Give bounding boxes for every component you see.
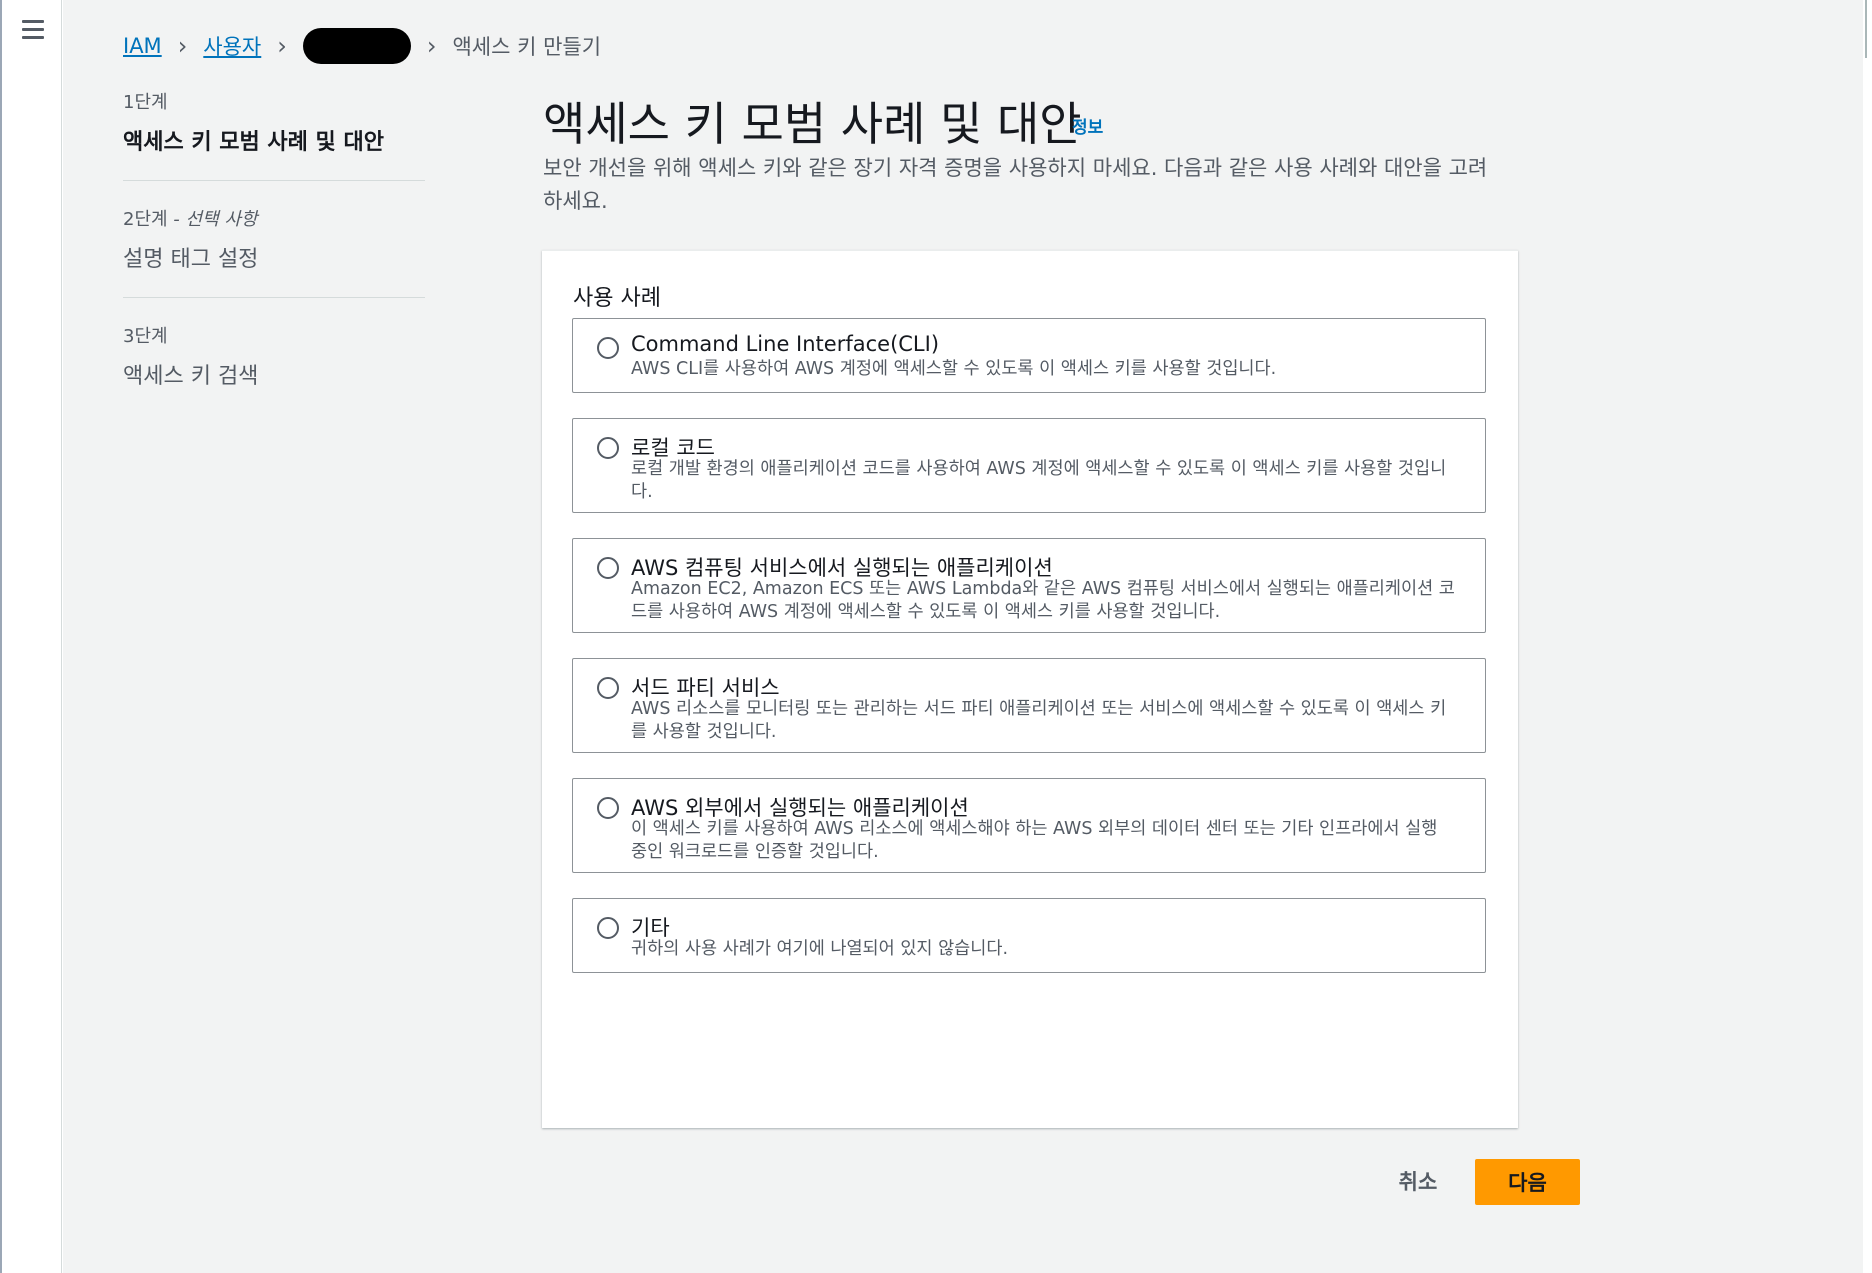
breadcrumb-iam-link[interactable]: IAM [123,34,162,58]
next-button[interactable]: 다음 [1475,1159,1580,1205]
chevron-right-icon: › [177,32,188,60]
option-label: Command Line Interface(CLI) [631,332,940,356]
breadcrumb-redacted-user [302,28,411,64]
wizard-step-3: 3단계 액세스 키 검색 [123,322,425,414]
wizard-step-2: 2단계 - 선택 사항 설명 태그 설정 [123,205,425,298]
wizard-step-1: 1단계 액세스 키 모범 사례 및 대안 [123,88,425,181]
option-cli[interactable]: Command Line Interface(CLI) AWS CLI를 사용하… [572,318,1486,393]
option-local-code[interactable]: 로컬 코드 로컬 개발 환경의 애플리케이션 코드를 사용하여 AWS 계정에 … [572,418,1486,513]
wizard-steps: 1단계 액세스 키 모범 사례 및 대안 2단계 - 선택 사항 설명 태그 설… [123,88,425,438]
option-description: AWS CLI를 사용하여 AWS 계정에 액세스할 수 있도록 이 액세스 키… [631,359,1277,379]
breadcrumb: IAM › 사용자 › › 액세스 키 만들기 [123,28,602,64]
page-description: 보안 개선을 위해 액세스 키와 같은 장기 자격 증명을 사용하지 마세요. … [543,156,1488,213]
navigation-rail [0,0,62,1273]
option-description: 귀하의 사용 사례가 여기에 나열되어 있지 않습니다. [631,939,1009,959]
cancel-button[interactable]: 취소 [1368,1158,1468,1204]
radio-button[interactable] [597,557,619,579]
radio-button[interactable] [597,677,619,699]
option-description: 이 액세스 키를 사용하여 AWS 리소스에 액세스해야 하는 AWS 외부의 … [631,819,1438,862]
radio-button[interactable] [597,437,619,459]
option-outside-aws[interactable]: AWS 외부에서 실행되는 애플리케이션 이 액세스 키를 사용하여 AWS 리… [572,778,1486,873]
option-third-party[interactable]: 서드 파티 서비스 AWS 리소스를 모니터링 또는 관리하는 서드 파티 애플… [572,658,1486,753]
use-case-section-title: 사용 사례 [573,286,661,311]
option-description: Amazon EC2, Amazon ECS 또는 AWS Lambda와 같은… [631,579,1455,622]
main-content: IAM › 사용자 › › 액세스 키 만들기 1단계 액세스 키 모범 사례 … [63,0,1863,1273]
radio-button[interactable] [597,917,619,939]
option-description: 로컬 개발 환경의 애플리케이션 코드를 사용하여 AWS 계정에 액세스할 수… [631,459,1447,502]
breadcrumb-current: 액세스 키 만들기 [452,35,602,59]
page-title: 액세스 키 모범 사례 및 대안 [543,97,1082,151]
radio-button[interactable] [597,797,619,819]
use-case-container: 사용 사례 Command Line Interface(CLI) AWS CL… [542,250,1518,1128]
info-link[interactable]: 정보 [1072,113,1103,138]
step-number: 1단계 [123,92,168,113]
step-title: 액세스 키 모범 사례 및 대안 [123,130,384,155]
hamburger-menu-icon[interactable] [22,20,44,39]
radio-button[interactable] [597,337,619,359]
right-edge [1863,0,1872,1273]
step-number: 3단계 [123,326,168,347]
option-other[interactable]: 기타 귀하의 사용 사례가 여기에 나열되어 있지 않습니다. [572,898,1486,973]
step-optional-label: - 선택 사항 [167,209,258,230]
breadcrumb-users-link[interactable]: 사용자 [203,31,261,61]
option-aws-compute[interactable]: AWS 컴퓨팅 서비스에서 실행되는 애플리케이션 Amazon EC2, Am… [572,538,1486,633]
chevron-right-icon: › [426,32,437,60]
step-number: 2단계 - 선택 사항 [123,209,258,230]
step-title: 액세스 키 검색 [123,364,259,389]
option-description: AWS 리소스를 모니터링 또는 관리하는 서드 파티 애플리케이션 또는 서비… [631,699,1447,742]
step-title: 설명 태그 설정 [123,247,259,272]
chevron-right-icon: › [277,32,287,60]
